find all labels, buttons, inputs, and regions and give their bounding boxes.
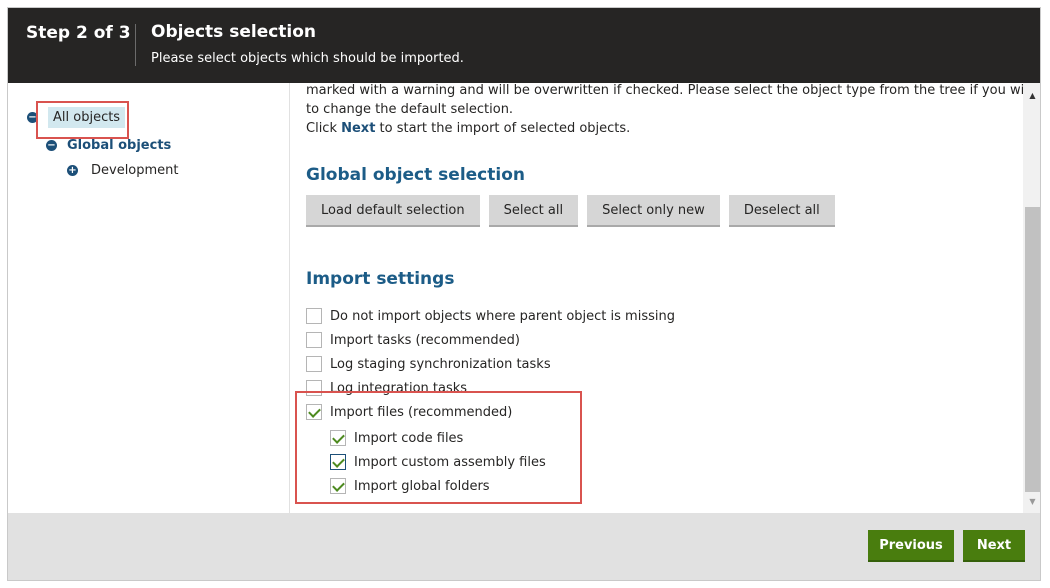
step-indicator: Step 2 of 3 (26, 23, 131, 43)
tree-node-development[interactable]: + Development (67, 163, 179, 178)
object-tree: − All objects − Global objects + Develop… (8, 83, 290, 513)
next-button[interactable]: Next (963, 530, 1025, 562)
checkbox[interactable] (306, 356, 322, 372)
wizard-header: Step 2 of 3 Objects selection Please sel… (8, 8, 1040, 83)
checkbox[interactable] (306, 332, 322, 348)
option-import-tasks[interactable]: Import tasks (recommended) (306, 332, 520, 348)
checkbox[interactable] (306, 308, 322, 324)
select-only-new-button[interactable]: Select only new (587, 195, 720, 227)
import-settings-title: Import settings (306, 269, 455, 289)
header-divider (135, 24, 136, 66)
highlight-box-import-files (295, 391, 582, 504)
collapse-icon[interactable]: − (46, 140, 57, 151)
tree-node-label[interactable]: Global objects (67, 138, 171, 153)
select-all-button[interactable]: Select all (488, 195, 579, 227)
checkbox-label: Log staging synchronization tasks (330, 356, 551, 372)
scrollbar-thumb[interactable] (1025, 207, 1040, 492)
page-subtitle: Please select objects which should be im… (151, 51, 464, 66)
intro-text: to change the default selection. (306, 102, 514, 117)
page-title: Objects selection (151, 22, 317, 42)
deselect-all-button[interactable]: Deselect all (728, 195, 835, 227)
import-wizard-dialog: Step 2 of 3 Objects selection Please sel… (7, 7, 1041, 581)
expand-icon[interactable]: + (67, 165, 78, 176)
selection-button-group: Load default selection Select all Select… (306, 195, 835, 227)
settings-content: marked with a warning and will be overwr… (291, 83, 1023, 513)
scroll-down-icon[interactable]: ▼ (1023, 497, 1040, 509)
intro-text: marked with a warning and will be overwr… (306, 83, 1023, 98)
load-default-selection-button[interactable]: Load default selection (306, 195, 480, 227)
tree-node-label[interactable]: Development (91, 163, 179, 178)
vertical-scrollbar[interactable]: ▲ ▼ (1023, 83, 1040, 513)
global-selection-title: Global object selection (306, 165, 525, 185)
checkbox-label: Import tasks (recommended) (330, 332, 520, 348)
highlight-box-tree (36, 101, 129, 139)
tree-node-global-objects[interactable]: − Global objects (46, 138, 171, 153)
previous-button[interactable]: Previous (868, 530, 954, 562)
option-log-staging[interactable]: Log staging synchronization tasks (306, 356, 551, 372)
intro-text: Click Next to start the import of select… (306, 121, 631, 136)
scroll-up-icon[interactable]: ▲ (1023, 91, 1040, 103)
option-no-parent[interactable]: Do not import objects where parent objec… (306, 308, 675, 324)
wizard-footer: Previous Next (8, 513, 1040, 580)
checkbox-label: Do not import objects where parent objec… (330, 308, 675, 324)
